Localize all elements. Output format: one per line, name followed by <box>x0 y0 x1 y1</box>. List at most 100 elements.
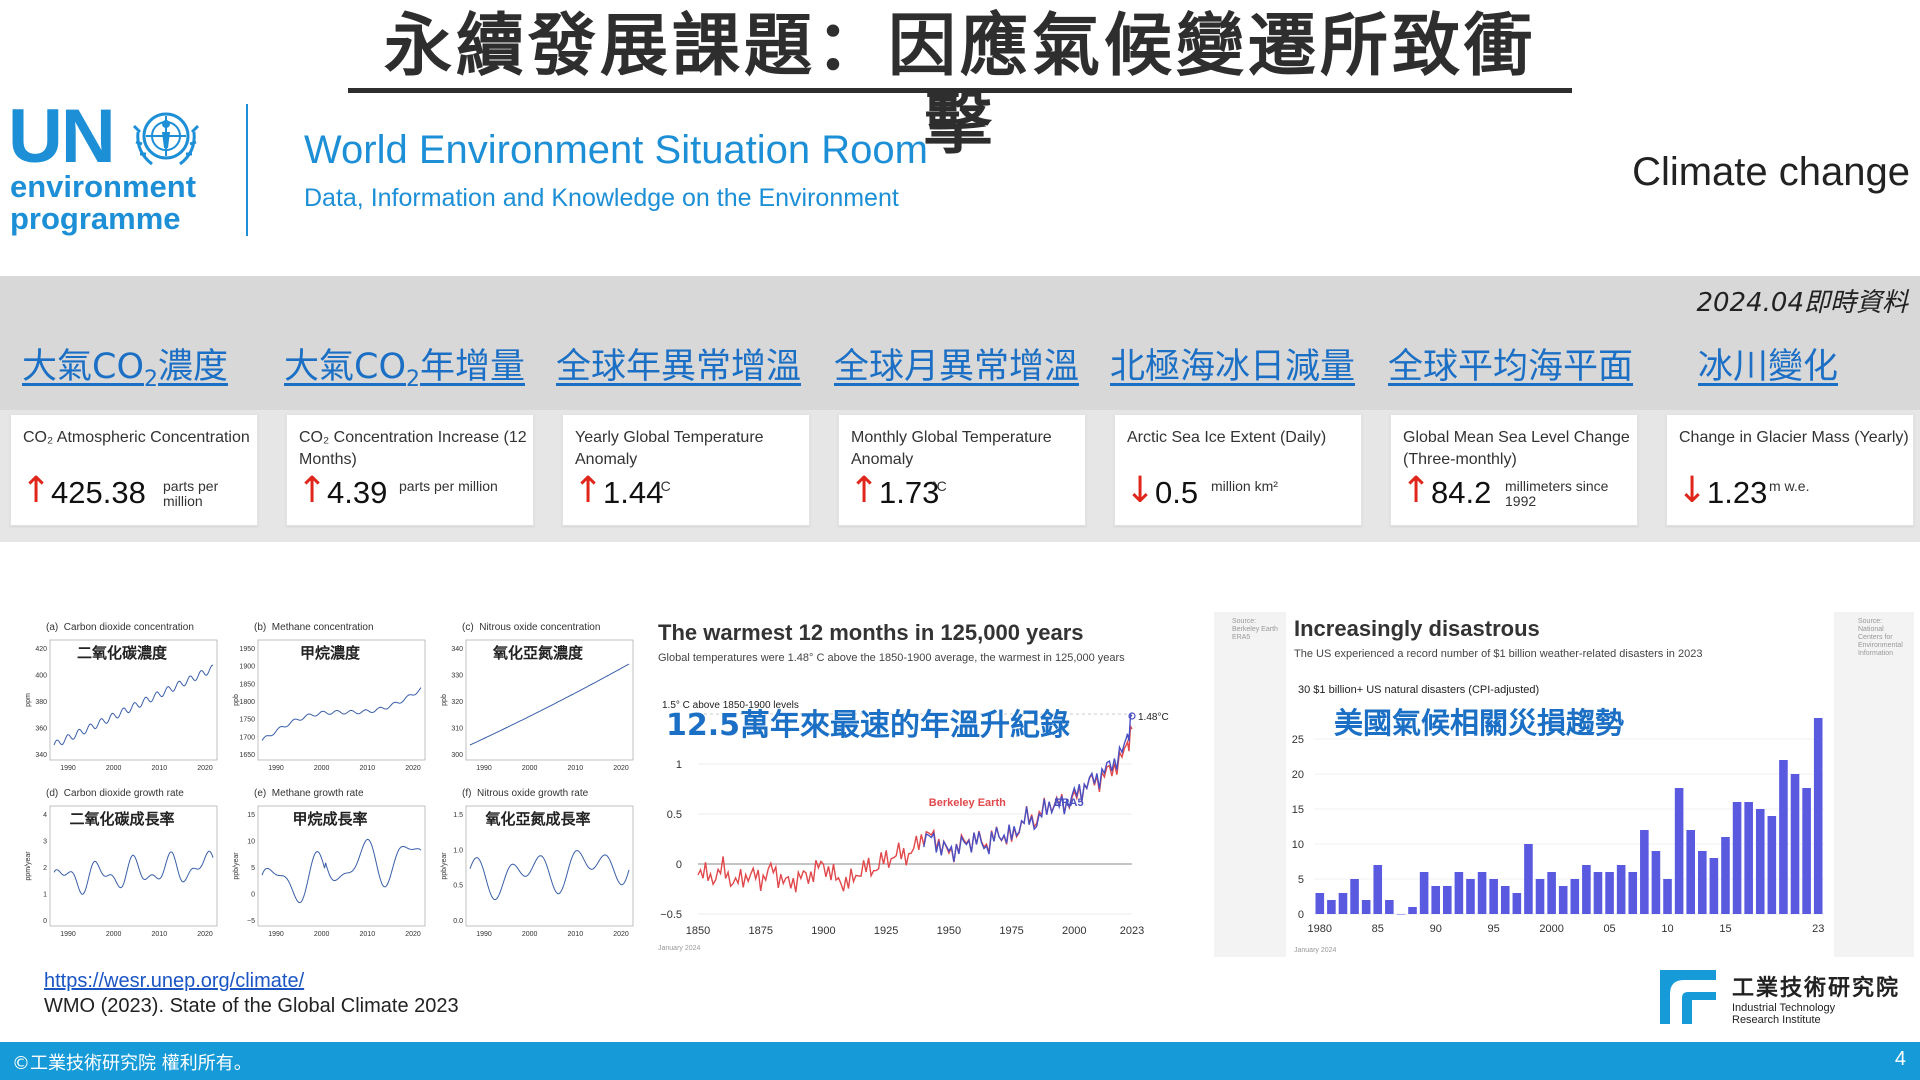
temperature-chart-title: The warmest 12 months in 125,000 years <box>658 620 1084 645</box>
ghg-panel-xtick: 1990 <box>60 931 76 938</box>
disaster-xtick: 15 <box>1719 923 1731 935</box>
ghg-panel-unit: ppb <box>441 694 448 706</box>
disaster-bar <box>1755 809 1765 914</box>
category-label[interactable]: 大氣CO2濃度 <box>22 338 228 392</box>
ghg-panel-ytick: 5 <box>251 865 255 872</box>
category-label[interactable]: 全球月異常增溫 <box>834 338 1079 389</box>
ghg-panel-ytick: 300 <box>451 752 463 759</box>
category-label-suffix: 濃度 <box>158 347 229 387</box>
disaster-bar <box>1651 851 1661 914</box>
metric-name: Change in Glacier Mass (Yearly) <box>1679 429 1909 446</box>
disaster-xtick: 95 <box>1488 923 1500 935</box>
ghg-panel-xtick: 2000 <box>106 765 122 772</box>
ghg-panel-unit: ppb <box>233 694 240 706</box>
ghg-panel-tag: (f) <box>462 788 472 799</box>
disaster-xtick: 90 <box>1430 923 1442 935</box>
disaster-chart-plot: 25 20 15 10 5 0 1980 85 90 95 2000 05 10 15 23 January … <box>1292 718 1824 954</box>
disaster-xtick: 23 <box>1812 923 1824 935</box>
topic-heading: Climate change <box>1632 150 1910 194</box>
ghg-panel-xtick: 2000 <box>314 931 330 938</box>
ghg-panel-title-text: Carbon dioxide concentration <box>63 622 194 633</box>
metric-card[interactable]: CO₂ Concentration Increase (12 Months) ↑… <box>286 414 534 526</box>
wesr-title[interactable]: World Environment Situation Room <box>304 128 928 173</box>
disaster-bar <box>1570 879 1580 914</box>
metric-card[interactable]: Global Mean Sea Level Change (Three-mont… <box>1390 414 1638 526</box>
disaster-bar <box>1443 886 1452 914</box>
ghg-panel-tag: (b) <box>254 622 267 633</box>
category-label[interactable]: 冰川變化 <box>1698 338 1838 389</box>
ghg-figure: 420 400 380 360 340 1990 2000 2010 2020 ppm (a) Ca… <box>22 620 642 950</box>
temperature-chart-subtitle: Global temperatures were 1.48° C above t… <box>658 652 1125 664</box>
metric-card[interactable]: Monthly Global Temperature Anomaly ↑ 1.7… <box>838 414 1086 526</box>
ghg-panel-line <box>261 838 422 904</box>
metric-card[interactable]: Yearly Global Temperature Anomaly ↑ 1.44… <box>562 414 810 526</box>
ghg-panel-xtick: 1990 <box>268 931 284 938</box>
ghg-panel-title-text: Nitrous oxide growth rate <box>477 788 589 799</box>
ghg-panel-ytick: 1 <box>43 892 47 899</box>
ghg-panel-ytick: 0 <box>251 892 255 899</box>
category-label[interactable]: 大氣CO2年增量 <box>284 338 525 392</box>
metric-card[interactable]: Arctic Sea Ice Extent (Daily) ↓ 0.5 mill… <box>1114 414 1362 526</box>
reference-link[interactable]: https://wesr.unep.org/climate/ <box>44 970 304 993</box>
ghg-panel-tag: (e) <box>254 788 267 799</box>
ghg-panel-xtick: 1990 <box>476 931 492 938</box>
disaster-bar <box>1790 774 1800 914</box>
temperature-xtick: 1975 <box>999 925 1023 937</box>
ghg-panel-title-text: Carbon dioxide growth rate <box>63 788 184 799</box>
series-label-era5: ERA5 <box>1054 797 1083 809</box>
disaster-bar <box>1431 886 1440 914</box>
disaster-bar <box>1721 837 1730 914</box>
disaster-ytick: 0 <box>1298 909 1304 921</box>
slide-title: 永續發展課題：因應氣候變遷所致衝擊 <box>383 7 1536 164</box>
itri-mark-icon <box>1660 970 1716 1024</box>
metric-value: 1.23 <box>1707 475 1768 510</box>
ghg-panel-xtick: 2000 <box>106 931 122 938</box>
metric-unit: parts per million <box>163 478 219 509</box>
metric-name: Yearly Global Temperature Anomaly <box>575 429 764 468</box>
metric-card[interactable]: CO₂ Atmospheric Concentration ↑ 425.38 p… <box>10 414 258 526</box>
disaster-chart-ylabel: 30 $1 billion+ US natural disasters (CPI… <box>1298 684 1540 696</box>
disaster-xtick: 05 <box>1603 923 1615 935</box>
category-label[interactable]: 全球年異常增溫 <box>556 338 801 389</box>
ghg-panel-title-zh: 甲烷成長率 <box>292 810 368 828</box>
unep-logo[interactable]: UN environment programme <box>8 98 238 248</box>
ghg-panel-ytick: 1900 <box>239 664 255 671</box>
category-label-text: 全球月異常增溫 <box>834 347 1080 387</box>
ghg-panel-ytick: 400 <box>35 673 47 680</box>
ghg-panel-title: (a) Carbon dioxide concentration <box>46 622 246 633</box>
ghg-panel-line <box>261 687 422 741</box>
ghg-panel-ytick: 1700 <box>239 734 255 741</box>
disaster-bar <box>1327 900 1336 914</box>
metric-unit: m w.e. <box>1769 478 1810 494</box>
disaster-ytick: 20 <box>1292 769 1304 781</box>
disaster-bar <box>1547 872 1556 914</box>
category-label-text: 全球年異常增溫 <box>556 347 802 387</box>
disaster-bar <box>1500 886 1510 914</box>
ghg-panel-title: (e) Methane growth rate <box>254 788 454 799</box>
metric-card[interactable]: Change in Glacier Mass (Yearly) ↓ 1.23 m… <box>1666 414 1914 526</box>
temperature-end-label: 1.48°C <box>1138 712 1169 723</box>
metric-name: Arctic Sea Ice Extent (Daily) <box>1127 429 1327 446</box>
category-label[interactable]: 全球平均海平面 <box>1388 338 1633 389</box>
ghg-panel-title: (f) Nitrous oxide growth rate <box>462 788 662 799</box>
ghg-panel-ytick: 10 <box>247 839 255 846</box>
metric-value: 0.5 <box>1155 475 1199 510</box>
category-label-text: 大氣CO <box>22 347 144 387</box>
ghg-panel: 1.5 1.0 0.5 0.0 1990 2000 2010 2020 ppb/year (f) … <box>438 786 638 946</box>
ghg-panel: 340 330 320 310 300 1990 2000 2010 2020 ppb (c) Ni… <box>438 620 638 780</box>
ghg-panel-unit: ppm/year <box>25 851 32 881</box>
category-label-suffix: 年增量 <box>420 347 526 387</box>
disaster-bar <box>1373 865 1383 914</box>
ghg-panel-ytick: 330 <box>451 673 463 680</box>
ghg-panel-ytick: 0 <box>43 918 47 925</box>
ghg-panel-xtick: 1990 <box>60 765 76 772</box>
unep-word-environment: environment <box>10 169 197 204</box>
disaster-bar <box>1582 865 1591 914</box>
disaster-source-note: January 2024 <box>1294 947 1337 954</box>
temperature-xtick: 1950 <box>937 925 961 937</box>
ghg-panel-title-text: Methane concentration <box>271 622 374 633</box>
disaster-bar <box>1640 830 1649 914</box>
disaster-bar <box>1338 893 1348 914</box>
ghg-panel-ytick: 1850 <box>239 681 255 688</box>
category-label[interactable]: 北極海冰日減量 <box>1110 338 1355 389</box>
